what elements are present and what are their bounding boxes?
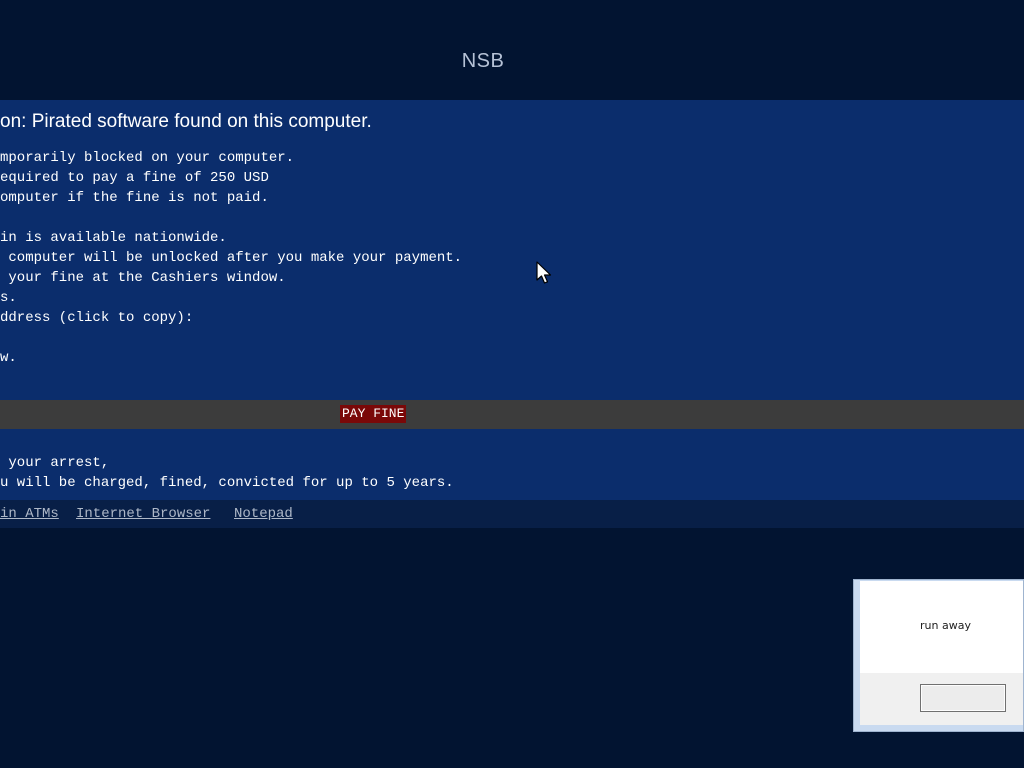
notepad-link[interactable]: Notepad (234, 506, 293, 522)
notice-line: w. (0, 350, 17, 366)
notice-message: mporarily blocked on your computer. equi… (0, 148, 462, 368)
notice-line: your fine at the Cashiers window. (0, 270, 286, 286)
payment-address-label[interactable]: ddress (click to copy): (0, 308, 462, 328)
warning-line: u will be charged, fined, convicted for … (0, 475, 454, 491)
notice-line: mporarily blocked on your computer. (0, 150, 295, 166)
page-title: NSB (461, 50, 505, 72)
warning-panel: your arrest, u will be charged, fined, c… (0, 429, 1024, 500)
pay-fine-button[interactable]: PAY FINE (340, 405, 407, 423)
notice-heading: on: Pirated software found on this compu… (0, 111, 372, 132)
notice-line (0, 328, 462, 348)
warning-message: your arrest, u will be charged, fined, c… (0, 453, 454, 493)
notice-line: s. (0, 290, 17, 306)
atms-link[interactable]: in ATMs (0, 506, 59, 522)
dialog-body: run away (860, 581, 1023, 673)
message-dialog: run away (853, 579, 1024, 732)
notice-line (0, 208, 462, 228)
mouse-pointer-icon (536, 261, 552, 284)
notice-line: omputer if the fine is not paid. (0, 190, 269, 206)
pay-bar: PAY FINE (0, 400, 1024, 429)
dialog-message: run away (920, 619, 971, 632)
warning-line: your arrest, (0, 455, 110, 471)
dialog-footer (860, 673, 1023, 725)
notice-line: computer will be unlocked after you make… (0, 250, 463, 266)
notice-line: equired to pay a fine of 250 USD (0, 170, 269, 186)
dialog-ok-button[interactable] (920, 684, 1006, 712)
notice-panel: on: Pirated software found on this compu… (0, 100, 1024, 400)
internet-browser-link[interactable]: Internet Browser (76, 506, 210, 522)
notice-line: in is available nationwide. (0, 230, 227, 246)
links-bar: in ATMs Internet Browser Notepad (0, 500, 1024, 528)
